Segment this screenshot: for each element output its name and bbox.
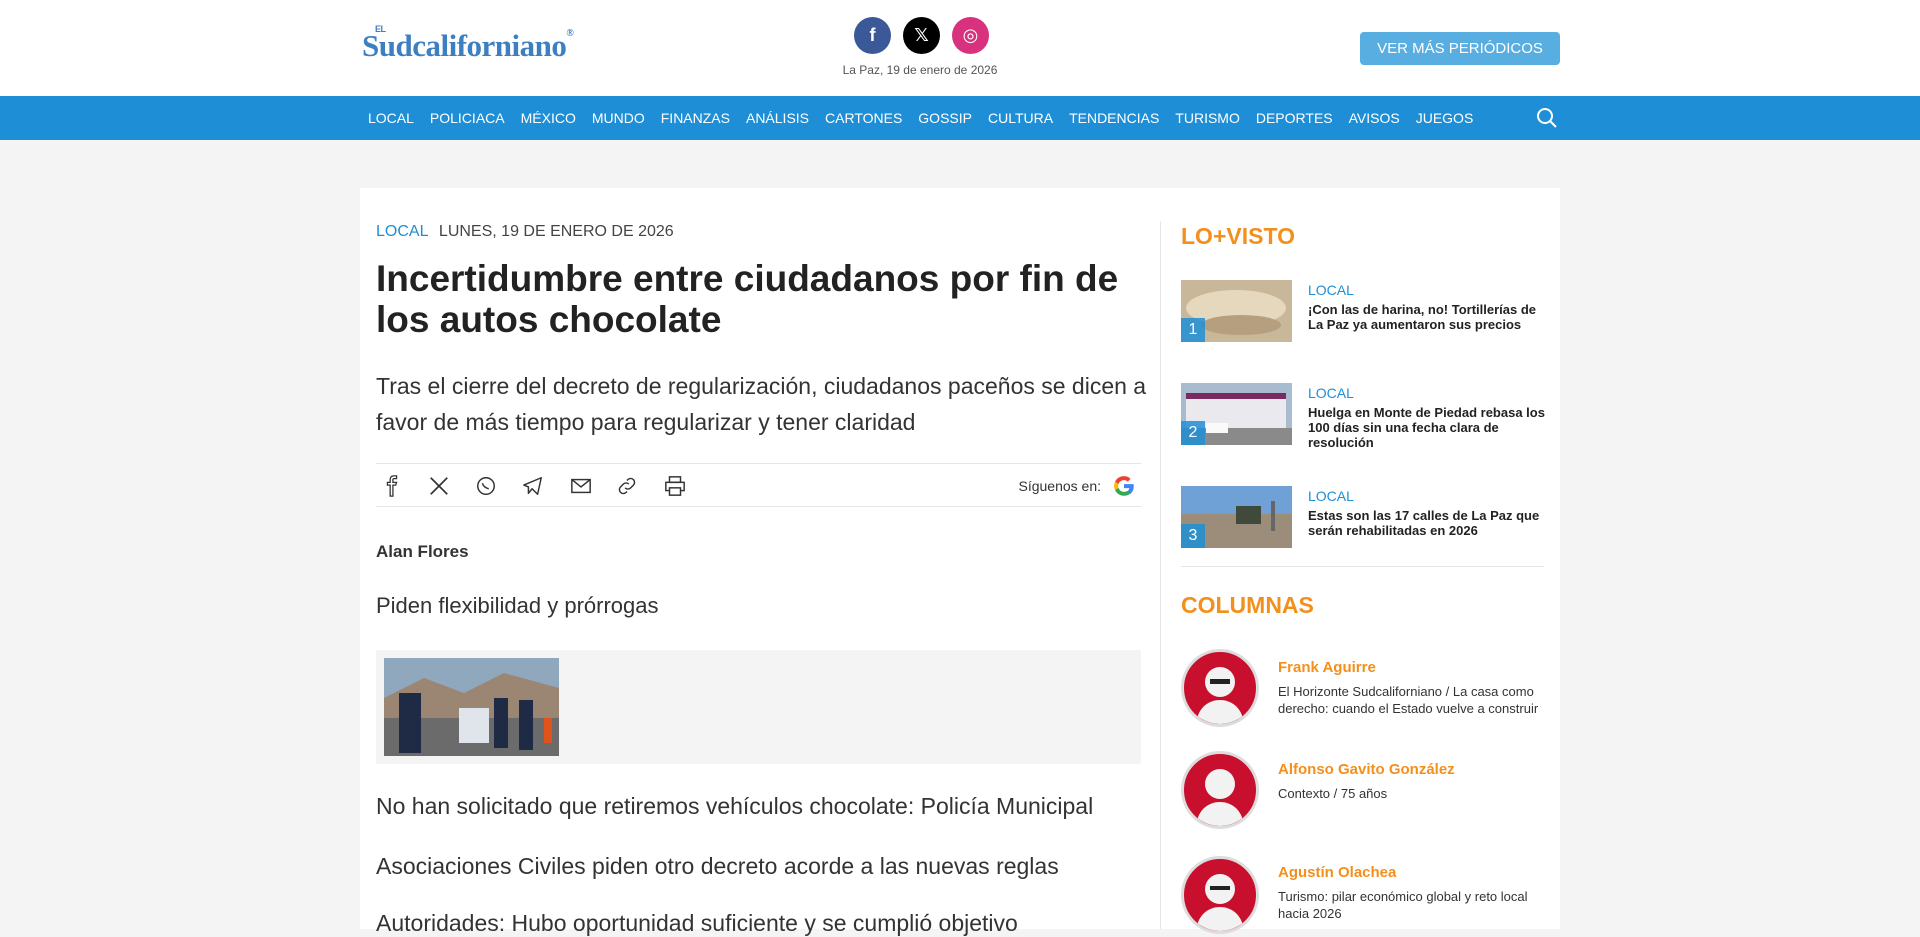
nav-item-juegos[interactable]: JUEGOS	[1416, 110, 1474, 126]
nav-item-deportes[interactable]: DEPORTES	[1256, 110, 1333, 126]
related-link[interactable]: No han solicitado que retiremos vehículo…	[376, 793, 1093, 820]
x-icon[interactable]: 𝕏	[903, 17, 940, 54]
nav-item-policiaca[interactable]: POLICIACA	[430, 110, 505, 126]
google-icon[interactable]	[1111, 473, 1137, 499]
lo-visto-category: LOCAL	[1308, 385, 1354, 401]
rank-number: 3	[1181, 524, 1205, 548]
link-share-icon[interactable]	[611, 474, 658, 498]
nav-item-finanzas[interactable]: FINANZAS	[661, 110, 730, 126]
gallery	[376, 650, 1141, 764]
lo-visto-thumbnail: 1	[1181, 280, 1292, 342]
lo-visto-item[interactable]: 1 LOCAL ¡Con las de harina, no! Tortille…	[1181, 280, 1561, 346]
related-link[interactable]: Asociaciones Civiles piden otro decreto …	[376, 853, 1059, 880]
columnas-title: COLUMNAS	[1181, 592, 1314, 618]
content-card: LOCAL LUNES, 19 DE ENERO DE 2026 Incerti…	[360, 188, 1561, 936]
nav-item-mexico[interactable]: MÉXICO	[521, 110, 576, 126]
nav-item-gossip[interactable]: GOSSIP	[918, 110, 972, 126]
whatsapp-share-icon[interactable]	[470, 474, 517, 498]
lo-visto-category: LOCAL	[1308, 488, 1354, 504]
header-date: La Paz, 19 de enero de 2026	[842, 63, 998, 77]
social-links: f 𝕏 ◎	[854, 17, 989, 54]
nav-item-tendencias[interactable]: TENDENCIAS	[1069, 110, 1159, 126]
nav-list: LOCAL POLICIACA MÉXICO MUNDO FINANZAS AN…	[368, 96, 1489, 140]
column-item[interactable]: Frank Aguirre El Horizonte Sudcalifornia…	[1181, 649, 1551, 729]
columnist-name: Frank Aguirre	[1278, 659, 1376, 676]
avatar	[1181, 751, 1259, 829]
logo-name: Sudcaliforniano	[362, 28, 567, 63]
share-bar: Síguenos en:	[376, 463, 1141, 507]
nav-item-turismo[interactable]: TURISMO	[1175, 110, 1240, 126]
avatar	[1181, 856, 1259, 934]
lo-visto-headline: ¡Con las de harina, no! Tortillerías de …	[1308, 302, 1537, 332]
nav-item-analisis[interactable]: ANÁLISIS	[746, 110, 809, 126]
column-divider	[1160, 221, 1161, 929]
nav-item-cultura[interactable]: CULTURA	[988, 110, 1053, 126]
share-icons	[376, 474, 705, 498]
site-logo[interactable]: EL Sudcaliforniano®	[362, 24, 574, 64]
avatar	[1181, 649, 1259, 727]
sidebar-divider	[1181, 566, 1544, 567]
lo-visto-thumbnail: 2	[1181, 383, 1292, 445]
more-newspapers-button[interactable]: VER MÁS PERIÓDICOS	[1360, 32, 1560, 65]
column-title: Contexto / 75 años	[1278, 786, 1388, 801]
nav-item-local[interactable]: LOCAL	[368, 110, 414, 126]
article-category[interactable]: LOCAL	[376, 223, 428, 240]
lo-visto-headline: Huelga en Monte de Piedad rebasa los 100…	[1308, 405, 1545, 450]
columnist-name: Agustín Olachea	[1278, 864, 1397, 881]
logo-el: EL	[375, 24, 386, 34]
top-header: EL Sudcaliforniano® f 𝕏 ◎ La Paz, 19 de …	[0, 0, 1920, 96]
related-link[interactable]: Autoridades: Hubo oportunidad suficiente…	[376, 910, 1018, 937]
column-item[interactable]: Alfonso Gavito González Contexto / 75 añ…	[1181, 751, 1551, 831]
article-headline: Incertidumbre entre ciudadanos por fin d…	[376, 258, 1119, 340]
columnist-name: Alfonso Gavito González	[1278, 761, 1455, 778]
nav-item-mundo[interactable]: MUNDO	[592, 110, 645, 126]
follow-label: Síguenos en:	[1018, 478, 1101, 494]
article-date: LUNES, 19 DE ENERO DE 2026	[438, 223, 674, 240]
facebook-icon[interactable]: f	[854, 17, 891, 54]
nav-item-avisos[interactable]: AVISOS	[1349, 110, 1400, 126]
lo-visto-headline: Estas son las 17 calles de La Paz que se…	[1308, 508, 1540, 538]
facebook-share-icon[interactable]	[376, 474, 423, 498]
article-summary: Tras el cierre del decreto de regulariza…	[376, 373, 1147, 435]
logo-reg: ®	[566, 28, 574, 39]
lo-visto-thumbnail: 3	[1181, 486, 1292, 548]
nav-item-cartones[interactable]: CARTONES	[825, 110, 902, 126]
email-share-icon[interactable]	[564, 474, 611, 498]
lo-visto-item[interactable]: 2 LOCAL Huelga en Monte de Piedad rebasa…	[1181, 383, 1561, 450]
column-title: El Horizonte Sudcaliforniano / La casa c…	[1278, 684, 1539, 716]
lo-visto-item[interactable]: 3 LOCAL Estas son las 17 calles de La Pa…	[1181, 486, 1561, 552]
instagram-icon[interactable]: ◎	[952, 17, 989, 54]
column-item[interactable]: Agustín Olachea Turismo: pilar económico…	[1181, 856, 1551, 936]
main-nav: LOCAL POLICIACA MÉXICO MUNDO FINANZAS AN…	[0, 96, 1920, 140]
gallery-image[interactable]	[384, 658, 559, 756]
rank-number: 1	[1181, 318, 1205, 342]
telegram-share-icon[interactable]	[517, 474, 564, 498]
article-meta: LOCAL LUNES, 19 DE ENERO DE 2026	[376, 223, 674, 241]
related-link[interactable]: Piden flexibilidad y prórrogas	[376, 593, 659, 619]
lo-visto-category: LOCAL	[1308, 282, 1354, 298]
article-author[interactable]: Alan Flores	[376, 542, 469, 562]
column-title: Turismo: pilar económico global y reto l…	[1278, 889, 1528, 921]
x-share-icon[interactable]	[423, 474, 470, 498]
search-icon[interactable]	[1535, 106, 1559, 130]
print-icon[interactable]	[658, 474, 705, 498]
rank-number: 2	[1181, 421, 1205, 445]
lo-visto-title: LO+VISTO	[1181, 223, 1295, 249]
